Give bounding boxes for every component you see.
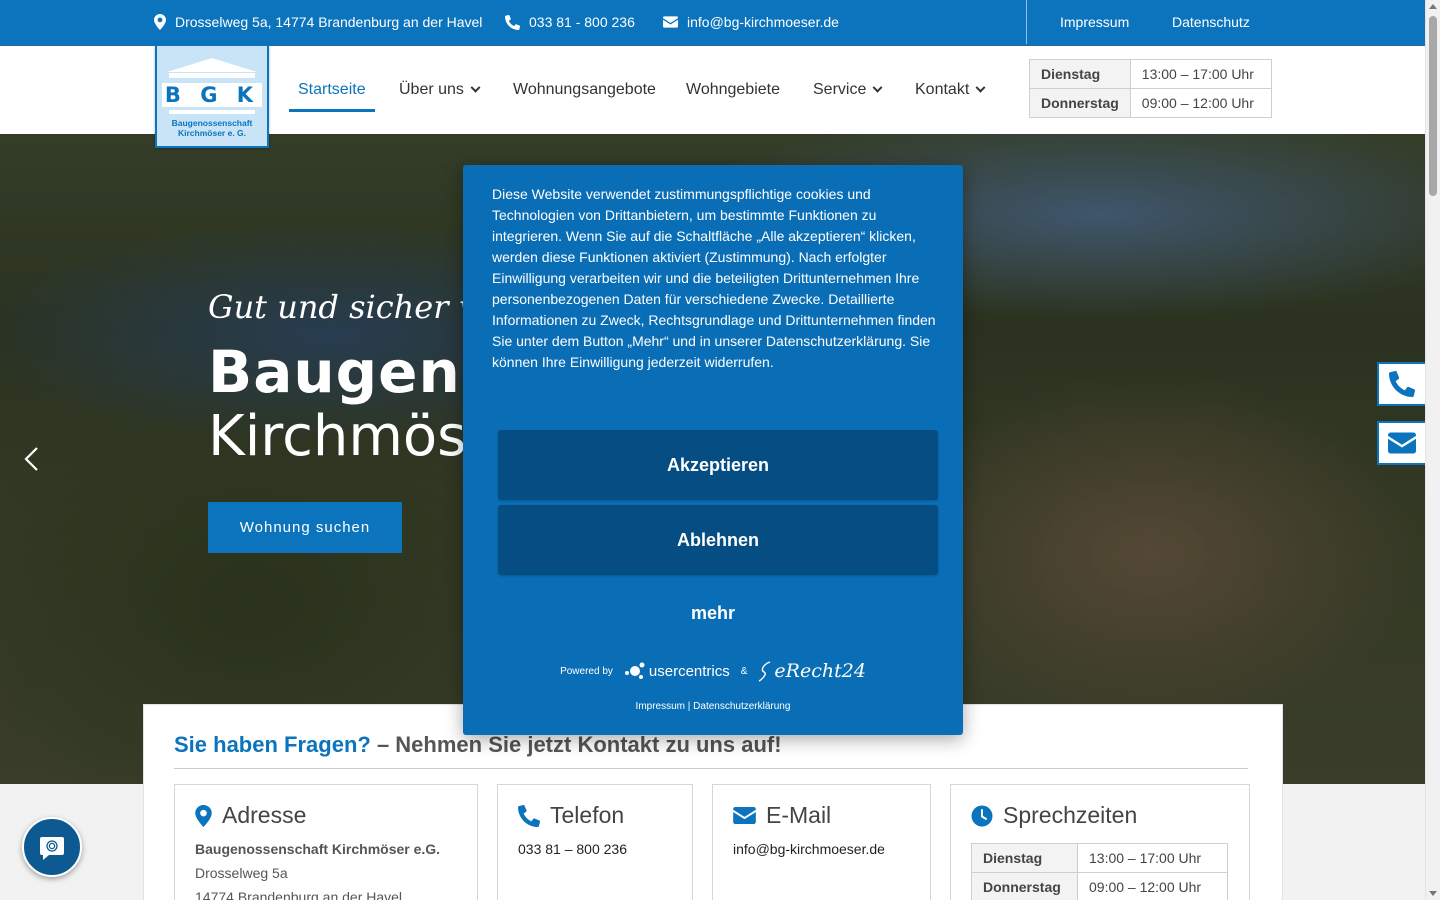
privacy-settings-button[interactable] <box>22 817 82 877</box>
clock-icon <box>971 805 993 826</box>
hours-row: Dienstag 13:00 – 17:00 Uhr <box>971 843 1228 873</box>
cookie-impressum-link[interactable]: Impressum <box>636 701 685 712</box>
phone-number-link[interactable]: 033 81 – 800 236 <box>518 841 627 857</box>
contact-title: Sie haben Fragen? – Nehmen Sie jetzt Kon… <box>174 732 782 757</box>
hours-time: 09:00 – 12:00 Uhr <box>1129 88 1272 118</box>
hours-day: Dienstag <box>1029 59 1131 89</box>
logo-roof <box>167 58 257 72</box>
chevron-down-icon <box>470 82 481 93</box>
nav-kontakt[interactable]: Kontakt <box>915 46 986 134</box>
hours-time: 13:00 – 17:00 Uhr <box>1077 843 1228 873</box>
powered-by-and: & <box>740 665 748 677</box>
erecht24-swoosh-icon <box>759 661 771 682</box>
cookie-privacy-link[interactable]: Datenschutzerklärung <box>693 701 790 712</box>
nav-ueber-uns[interactable]: Über uns <box>399 46 481 134</box>
header: B G K Baugenossenschaft Kirchmöser e. G.… <box>0 44 1425 148</box>
topbar-divider <box>1026 0 1027 44</box>
hours-day: Donnerstag <box>971 872 1078 900</box>
phone-icon <box>505 14 520 30</box>
topbar-phone[interactable]: 033 81 - 800 236 <box>505 0 635 44</box>
page-scrollbar[interactable] <box>1425 0 1440 900</box>
hours-day: Donnerstag <box>1029 88 1131 118</box>
usercentrics-logo: usercentrics <box>624 661 730 681</box>
email-address-link[interactable]: info@bg-kirchmoeser.de <box>733 841 885 857</box>
side-email-button[interactable] <box>1377 421 1425 465</box>
nav-ueber-uns-label: Über uns <box>399 81 464 98</box>
map-marker-icon <box>154 14 166 30</box>
topbar-email-text: info@bg-kirchmoeser.de <box>687 14 839 30</box>
logo-base <box>169 110 255 114</box>
search-apartment-button[interactable]: Wohnung suchen <box>208 502 402 553</box>
hours-card: Sprechzeiten Dienstag 13:00 – 17:00 Uhr … <box>950 784 1250 900</box>
side-phone-button[interactable] <box>1377 362 1425 406</box>
cookie-powered-by: Powered by usercentrics & eRecht24 <box>463 660 963 682</box>
cookie-footer-links: Impressum | Datenschutzerklärung <box>463 701 963 712</box>
fingerprint-chat-icon <box>40 837 64 860</box>
hours-card-title: Sprechzeiten <box>971 802 1137 829</box>
hours-time: 13:00 – 17:00 Uhr <box>1129 59 1272 89</box>
nav-startseite[interactable]: Startseite <box>289 46 375 134</box>
logo-letters: B G K <box>157 83 267 107</box>
top-bar: Drosselweg 5a, 14774 Brandenburg an der … <box>0 0 1425 44</box>
topbar-impressum-link[interactable]: Impressum <box>1060 0 1129 44</box>
scroll-down-arrow-icon[interactable] <box>1429 891 1437 896</box>
hours-row: Donnerstag 09:00 – 12:00 Uhr <box>971 872 1228 900</box>
topbar-datenschutz-link[interactable]: Datenschutz <box>1172 0 1250 44</box>
envelope-icon <box>733 807 756 824</box>
address-card-title: Adresse <box>195 802 306 829</box>
envelope-icon <box>663 16 678 28</box>
erecht24-logo: eRecht24 <box>758 660 866 682</box>
scroll-up-arrow-icon[interactable] <box>1429 4 1437 9</box>
nav-service[interactable]: Service <box>813 46 883 134</box>
email-card: E-Mail info@bg-kirchmoeser.de <box>712 784 931 900</box>
hours-day: Dienstag <box>971 843 1078 873</box>
logo-subtitle: Baugenossenschaft Kirchmöser e. G. <box>171 118 253 138</box>
phone-card: Telefon 033 81 – 800 236 <box>497 784 693 900</box>
logo-beam <box>169 73 255 78</box>
site-logo[interactable]: B G K Baugenossenschaft Kirchmöser e. G. <box>155 44 269 148</box>
nav-wohngebiete[interactable]: Wohngebiete <box>686 46 780 134</box>
cookie-consent-dialog: Diese Website verwendet zustimmungspflic… <box>463 165 963 735</box>
hours-card-table: Dienstag 13:00 – 17:00 Uhr Donnerstag 09… <box>971 843 1228 900</box>
decline-button[interactable]: Ablehnen <box>498 505 938 575</box>
address-card: Adresse Baugenossenschaft Kirchmöser e.G… <box>174 784 478 900</box>
accept-button[interactable]: Akzeptieren <box>498 430 938 500</box>
scrollbar-thumb[interactable] <box>1429 16 1437 196</box>
link-separator: | <box>685 701 694 712</box>
topbar-address: Drosselweg 5a, 14774 Brandenburg an der … <box>154 0 482 44</box>
header-hours-table: Dienstag 13:00 – 17:00 Uhr Donnerstag 09… <box>1029 59 1272 118</box>
chevron-down-icon <box>975 82 986 93</box>
topbar-address-text: Drosselweg 5a, 14774 Brandenburg an der … <box>175 14 483 30</box>
usercentrics-dots-icon <box>624 662 645 679</box>
powered-by-label: Powered by <box>560 665 613 677</box>
address-street: Drosselweg 5a <box>195 865 288 881</box>
phone-icon <box>518 804 540 827</box>
nav-kontakt-label: Kontakt <box>915 81 970 98</box>
hours-row: Donnerstag 09:00 – 12:00 Uhr <box>1029 88 1272 118</box>
address-name: Baugenossenschaft Kirchmöser e.G. <box>195 841 441 857</box>
nav-wohnungsangebote[interactable]: Wohnungsangebote <box>513 46 656 134</box>
map-marker-icon <box>195 804 212 827</box>
address-city: 14774 Brandenburg an der Havel <box>195 889 403 900</box>
chevron-down-icon <box>872 82 883 93</box>
hours-time: 09:00 – 12:00 Uhr <box>1077 872 1228 900</box>
envelope-icon <box>1388 432 1416 454</box>
topbar-phone-text: 033 81 - 800 236 <box>529 14 635 30</box>
slider-prev-arrow-icon[interactable] <box>22 446 40 472</box>
contact-divider <box>174 768 1248 769</box>
phone-icon <box>1389 371 1415 397</box>
cookie-message: Diese Website verwendet zustimmungspflic… <box>492 186 936 370</box>
email-card-title: E-Mail <box>733 802 831 829</box>
phone-card-title: Telefon <box>518 802 624 829</box>
topbar-email[interactable]: info@bg-kirchmoeser.de <box>663 0 839 44</box>
hours-row: Dienstag 13:00 – 17:00 Uhr <box>1029 59 1272 89</box>
nav-service-label: Service <box>813 81 867 98</box>
more-button[interactable]: mehr <box>463 603 963 624</box>
